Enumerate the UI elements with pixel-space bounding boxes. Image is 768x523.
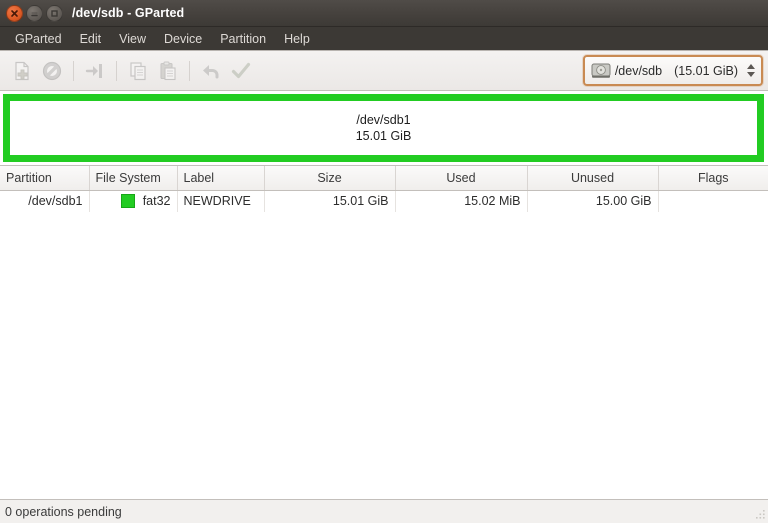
column-header-filesystem[interactable]: File System (89, 166, 178, 191)
copy-icon (130, 61, 146, 80)
cell-filesystem: fat32 (89, 190, 178, 212)
column-header-used[interactable]: Used (395, 166, 528, 191)
toolbar: /dev/sdb (15.01 GiB) (0, 51, 768, 91)
minimize-icon (31, 12, 38, 16)
delete-partition-icon (42, 61, 62, 80)
resize-move-icon (85, 63, 102, 78)
column-header-label[interactable]: Label (177, 166, 265, 191)
cell-used: 15.02 MiB (395, 190, 528, 212)
maximize-button[interactable] (46, 4, 63, 22)
close-icon (11, 9, 18, 17)
menu-gparted[interactable]: GParted (6, 27, 71, 51)
partition-block-sdb1[interactable]: /dev/sdb1 15.01 GiB (3, 94, 764, 162)
apply-icon (231, 62, 251, 78)
cell-unused: 15.00 GiB (527, 190, 659, 212)
resize-move-button[interactable] (80, 56, 110, 86)
column-header-partition[interactable]: Partition (0, 166, 90, 191)
filesystem-color-swatch (120, 194, 135, 209)
new-partition-icon (15, 61, 29, 80)
table-row[interactable]: /dev/sdb1 fat32 NEWDRIVE 15.01 GiB 15.02… (0, 190, 768, 212)
table-empty-space (0, 212, 768, 499)
undo-button[interactable] (196, 56, 226, 86)
minimize-button[interactable] (26, 4, 43, 22)
device-spinner[interactable] (747, 64, 755, 77)
title-bar: /dev/sdb - GParted (0, 0, 768, 27)
menu-bar: GParted Edit View Device Partition Help (0, 27, 768, 51)
device-size: (15.01 GiB) (674, 63, 738, 78)
undo-icon (203, 64, 219, 78)
cell-filesystem-label: fat32 (142, 194, 171, 209)
window-controls (6, 4, 63, 22)
table-header-row: Partition File System Label Size Used Un… (0, 166, 768, 191)
hard-disk-icon (591, 62, 611, 79)
spinner-up-icon[interactable] (747, 64, 755, 69)
toolbar-separator (116, 60, 117, 81)
partition-graphic-name: /dev/sdb1 (356, 113, 411, 127)
close-button[interactable] (6, 4, 23, 22)
spinner-down-icon[interactable] (747, 72, 755, 77)
cell-partition: /dev/sdb1 (0, 190, 90, 212)
column-header-unused[interactable]: Unused (527, 166, 659, 191)
partition-graphic-area: /dev/sdb1 15.01 GiB (0, 91, 768, 165)
device-name: /dev/sdb (614, 63, 663, 78)
copy-button[interactable] (123, 56, 153, 86)
status-bar: 0 operations pending (0, 499, 768, 523)
cell-flags (658, 190, 768, 212)
paste-icon (160, 61, 176, 80)
cell-size: 15.01 GiB (264, 190, 396, 212)
paste-button[interactable] (153, 56, 183, 86)
status-message: 0 operations pending (5, 504, 122, 519)
menu-device[interactable]: Device (155, 27, 211, 51)
toolbar-separator (189, 60, 190, 81)
apply-button[interactable] (226, 56, 256, 86)
delete-partition-button[interactable] (37, 56, 67, 86)
partition-table: Partition File System Label Size Used Un… (0, 165, 768, 499)
maximize-icon (51, 9, 58, 17)
resize-grip-icon[interactable] (752, 507, 766, 521)
cell-label: NEWDRIVE (177, 190, 265, 212)
device-selector[interactable]: /dev/sdb (15.01 GiB) (582, 55, 763, 86)
toolbar-separator (73, 60, 74, 81)
new-partition-button[interactable] (7, 56, 37, 86)
gparted-window: /dev/sdb - GParted GParted Edit View Dev… (0, 0, 768, 523)
menu-partition[interactable]: Partition (211, 27, 275, 51)
menu-edit[interactable]: Edit (71, 27, 111, 51)
menu-help[interactable]: Help (275, 27, 319, 51)
partition-graphic-size: 15.01 GiB (355, 129, 412, 143)
column-header-flags[interactable]: Flags (658, 166, 768, 191)
window-title: /dev/sdb - GParted (72, 6, 185, 20)
menu-view[interactable]: View (110, 27, 155, 51)
column-header-size[interactable]: Size (264, 166, 396, 191)
